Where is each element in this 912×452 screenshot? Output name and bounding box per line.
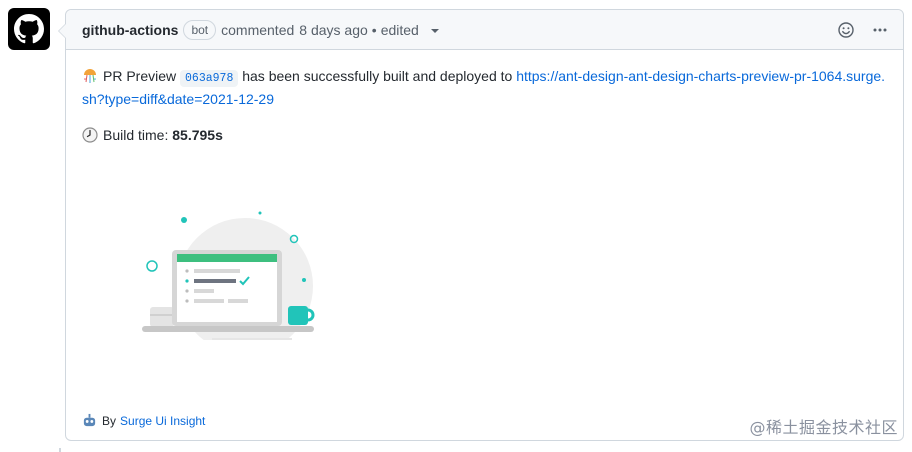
robot-icon xyxy=(83,413,96,427)
add-reaction-button[interactable] xyxy=(835,19,857,41)
bot-badge: bot xyxy=(183,19,217,40)
github-octocat-icon xyxy=(14,14,44,44)
surge-ui-insight-link[interactable]: Surge Ui Insight xyxy=(120,414,205,428)
build-time-label: Build time: xyxy=(103,127,169,143)
comment-footer: By Surge Ui Insight xyxy=(82,413,205,428)
comment-timestamp-link[interactable]: 8 days ago xyxy=(299,22,368,38)
comment-header-actions xyxy=(835,19,891,41)
deployed-text: has been successfully built and deployed… xyxy=(242,68,513,84)
footer-by-label: By xyxy=(102,413,117,428)
smiley-icon xyxy=(838,22,854,38)
edited-label: edited xyxy=(380,21,419,38)
watermark-text: @稀土掘金技术社区 xyxy=(749,418,898,437)
comment-body: PR Preview 063a978 has been successfully… xyxy=(66,50,903,177)
timeline-line xyxy=(59,448,61,452)
meta-separator: • xyxy=(371,21,377,38)
comment-action-text: commented xyxy=(221,21,295,38)
build-time-value: 85.795s xyxy=(172,127,223,143)
clock-icon xyxy=(82,127,98,143)
kebab-horizontal-icon xyxy=(873,28,887,32)
comment-box: github-actions bot commented 8 days ago … xyxy=(58,9,904,441)
laptop-illustration xyxy=(142,211,315,340)
build-time-line: Build time: 85.795s xyxy=(82,125,887,145)
commit-hash-link[interactable]: 063a978 xyxy=(180,70,239,87)
edited-dropdown[interactable]: edited xyxy=(381,22,439,38)
chevron-down-icon xyxy=(430,28,439,33)
more-options-button[interactable] xyxy=(869,19,891,41)
preview-message: PR Preview 063a978 has been successfully… xyxy=(82,66,887,109)
preview-label: PR Preview xyxy=(103,68,177,84)
confetti-ball-icon xyxy=(84,69,96,83)
author-avatar[interactable] xyxy=(8,8,50,50)
author-name-link[interactable]: github-actions xyxy=(82,22,178,38)
comment-header: github-actions bot commented 8 days ago … xyxy=(66,10,903,50)
